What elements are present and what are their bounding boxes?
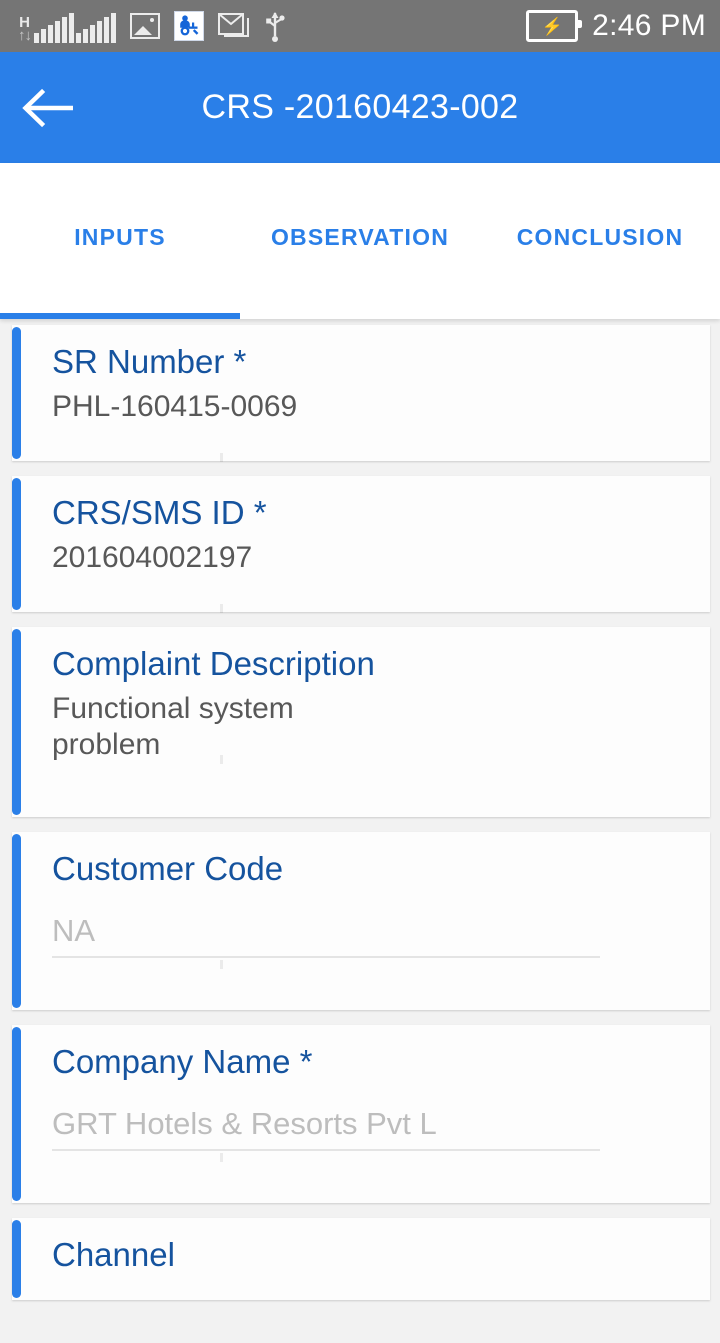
field-label: Company Name * — [52, 1043, 313, 1080]
status-bar-left-icons: H ↑↓ — [18, 9, 286, 43]
usb-icon — [264, 10, 286, 42]
battery-charging-icon: ⚡ — [526, 10, 583, 42]
field-label: CRS/SMS ID * — [52, 494, 267, 531]
company-name-input[interactable]: GRT Hotels & Resorts Pvt L — [52, 1105, 600, 1151]
card-accent-bar — [12, 1027, 21, 1201]
tab-observation[interactable]: OBSERVATION — [240, 163, 480, 319]
data-transfer-arrows-icon: ↑↓ — [18, 27, 32, 44]
field-value: PHL-160415-0069 — [52, 390, 298, 423]
field-label: Customer Code — [52, 850, 284, 887]
card-speck — [220, 1153, 223, 1162]
field-card-company-name[interactable]: Company Name * GRT Hotels & Resorts Pvt … — [12, 1025, 710, 1203]
card-speck — [220, 604, 223, 613]
signal-bars-icon-2 — [76, 13, 116, 43]
field-value: 201604002197 — [52, 541, 253, 574]
card-speck — [220, 453, 223, 462]
customer-code-input[interactable]: NA — [52, 912, 600, 958]
network-hspa-icon: H ↑↓ — [18, 9, 116, 43]
charging-bolt-icon: ⚡ — [541, 16, 563, 36]
field-card-sr-number[interactable]: SR Number * PHL-160415-0069 — [12, 325, 710, 462]
tab-inputs[interactable]: INPUTS — [0, 163, 240, 319]
field-card-crs-sms-id[interactable]: CRS/SMS ID * 201604002197 — [12, 476, 710, 613]
signal-bars-icon-1 — [34, 13, 74, 43]
field-card-customer-code[interactable]: Customer Code NA — [12, 832, 710, 1010]
gmail-icon — [218, 12, 250, 40]
field-value: Functional system problem — [52, 692, 294, 761]
card-accent-bar — [12, 834, 21, 1008]
service-app-icon — [174, 11, 204, 41]
page-title: CRS -20160423-002 — [201, 88, 519, 126]
back-button[interactable] — [0, 52, 96, 163]
status-bar-clock: 2:46 PM — [592, 9, 706, 42]
card-accent-bar — [12, 478, 21, 610]
input-placeholder: GRT Hotels & Resorts Pvt L — [52, 1106, 437, 1141]
status-bar-right-icons: ⚡ 2:46 PM — [526, 9, 706, 43]
card-accent-bar — [12, 1220, 21, 1298]
card-accent-bar — [12, 629, 21, 815]
field-label: Channel — [52, 1236, 175, 1273]
app-bar: CRS -20160423-002 — [0, 52, 720, 163]
back-arrow-icon — [22, 88, 73, 127]
card-speck — [220, 755, 223, 764]
field-card-channel[interactable]: Channel — [12, 1218, 710, 1300]
input-placeholder: NA — [52, 913, 96, 948]
field-label: Complaint Description — [52, 645, 375, 682]
inputs-form-scroll-area[interactable]: SR Number * PHL-160415-0069 CRS/SMS ID *… — [0, 319, 720, 1343]
tab-active-indicator — [0, 313, 240, 319]
tab-conclusion[interactable]: CONCLUSION — [480, 163, 720, 319]
field-label: SR Number * — [52, 343, 247, 380]
status-bar: H ↑↓ ⚡ 2:46 PM — [0, 0, 720, 52]
screenshot-image-icon — [130, 13, 160, 39]
card-speck — [220, 960, 223, 969]
field-card-complaint-description[interactable]: Complaint Description Functional system … — [12, 627, 710, 817]
card-accent-bar — [12, 327, 21, 459]
tab-bar: INPUTS OBSERVATION CONCLUSION — [0, 163, 720, 319]
